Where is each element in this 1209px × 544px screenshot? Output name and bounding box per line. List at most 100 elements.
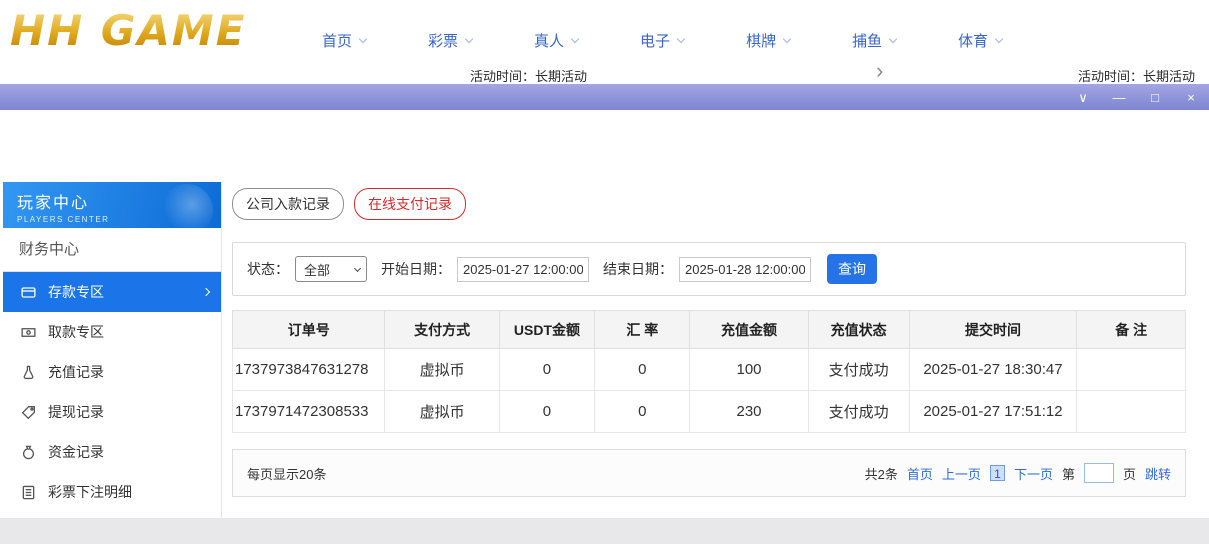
nav-item-5[interactable]: 棋牌 (746, 30, 790, 51)
first-page-link[interactable]: 首页 (907, 464, 933, 483)
bottom-strip (0, 518, 1209, 544)
table-body: 1737973847631278虚拟币00100支付成功2025-01-27 1… (233, 349, 1186, 433)
table-row: 1737971472308533虚拟币00230支付成功2025-01-27 1… (233, 391, 1186, 433)
prev-page-link[interactable]: 上一页 (942, 464, 981, 483)
funds-record-icon (21, 444, 38, 460)
top-header: HH GAME 首页 彩票 真人 电子 棋牌 捕鱼 体育 活动时间：长期活动 活动时间：长期… (0, 0, 1209, 84)
chevron-down-icon (677, 35, 685, 43)
table-cell: 1737971472308533 (233, 391, 385, 433)
sidebar-item-label: 充值记录 (48, 362, 104, 382)
sidebar-item-5[interactable]: 资金记录 (3, 432, 221, 472)
background-activity-text-left: 活动时间：长期活动 (470, 66, 587, 85)
nav-item-7[interactable]: 体育 (958, 30, 1002, 51)
table-header-cell: 提交时间 (909, 311, 1077, 349)
chevron-down-icon (359, 35, 367, 43)
sidebar: 玩家中心 PLAYERS CENTER 财务中心 存款专区取款专区充值记录提现记… (3, 182, 222, 518)
nav-item-label: 彩票 (428, 30, 458, 51)
nav-item-label: 真人 (534, 30, 564, 51)
sidebar-section-finance: 财务中心 (3, 228, 221, 272)
table-cell: 2025-01-27 18:30:47 (909, 349, 1077, 391)
sidebar-item-6[interactable]: 彩票下注明细 (3, 472, 221, 512)
close-icon[interactable]: × (1183, 91, 1199, 104)
maximize-icon[interactable]: □ (1147, 91, 1163, 104)
table-cell: 1737973847631278 (233, 349, 385, 391)
table-cell: 支付成功 (808, 391, 909, 433)
sidebar-item-label: 存款专区 (48, 282, 104, 302)
jump-page-input[interactable] (1084, 463, 1114, 483)
tab-online-payment-records[interactable]: 在线支付记录 (354, 188, 466, 220)
withdrawal-record-icon (21, 404, 38, 420)
end-date-input[interactable] (679, 257, 811, 282)
background-activity-text-right: 活动时间：长期活动 (1078, 66, 1195, 85)
main-nav: 首页 彩票 真人 电子 棋牌 捕鱼 体育 (322, 30, 1002, 51)
sidebar-item-4[interactable]: 提现记录 (3, 392, 221, 432)
nav-item-6[interactable]: 捕鱼 (852, 30, 896, 51)
chevron-down-icon (889, 35, 897, 43)
table-header-cell: 充值金额 (690, 311, 808, 349)
nav-item-2[interactable]: 彩票 (428, 30, 472, 51)
chevron-down-icon[interactable]: ∨ (1075, 91, 1091, 104)
sidebar-item-label: 提现记录 (48, 402, 104, 422)
nav-item-3[interactable]: 真人 (534, 30, 578, 51)
sidebar-item-3[interactable]: 充值记录 (3, 352, 221, 392)
table-cell: 100 (690, 349, 808, 391)
table-cell (1077, 349, 1186, 391)
workspace: 玩家中心 PLAYERS CENTER 财务中心 存款专区取款专区充值记录提现记… (0, 110, 1209, 518)
end-date-label: 结束日期： (603, 259, 673, 279)
table-header-cell: 备 注 (1077, 311, 1186, 349)
chevron-down-icon (783, 35, 791, 43)
sidebar-header: 玩家中心 PLAYERS CENTER (3, 182, 221, 228)
nav-item-label: 棋牌 (746, 30, 776, 51)
jump-button[interactable]: 跳转 (1145, 464, 1171, 483)
sidebar-item-1[interactable]: 存款专区 (3, 272, 221, 312)
search-button[interactable]: 查询 (827, 254, 877, 284)
current-page-badge[interactable]: 1 (990, 465, 1005, 481)
chevron-down-icon (995, 35, 1003, 43)
chevron-right-icon (202, 288, 210, 296)
table-header-cell: 汇 率 (595, 311, 690, 349)
sidebar-item-2[interactable]: 取款专区 (3, 312, 221, 352)
status-select-value: 全部 (304, 260, 330, 279)
table-header-cell: 订单号 (233, 311, 385, 349)
table-cell: 虚拟币 (385, 349, 499, 391)
start-date-input[interactable] (457, 257, 589, 282)
table-cell: 0 (499, 349, 594, 391)
table-cell: 0 (595, 349, 690, 391)
withdraw-cash-icon (21, 324, 38, 340)
nav-item-label: 首页 (322, 30, 352, 51)
nav-item-label: 电子 (640, 30, 670, 51)
status-select[interactable]: 全部 (295, 256, 367, 282)
table-cell: 0 (499, 391, 594, 433)
per-page-label: 每页显示20条 (247, 464, 326, 483)
nav-item-1[interactable]: 首页 (322, 30, 366, 51)
main-panel: 公司入款记录 在线支付记录 状态： 全部 开始日期： 结束日期： 查询 订单号支… (232, 188, 1186, 497)
minimize-icon[interactable]: — (1111, 91, 1127, 104)
sidebar-subtitle: PLAYERS CENTER (17, 215, 221, 224)
status-label: 状态： (247, 259, 289, 279)
table-cell: 虚拟币 (385, 391, 499, 433)
nav-item-label: 体育 (958, 30, 988, 51)
deposit-card-icon (21, 284, 38, 300)
table-header-row: 订单号支付方式USDT金额汇 率充值金额充值状态提交时间备 注 (233, 311, 1186, 349)
carousel-arrow-icon: › (876, 58, 883, 84)
jump-prefix-label: 第 (1062, 464, 1075, 483)
sidebar-title: 玩家中心 (17, 189, 221, 213)
table-cell: 2025-01-27 17:51:12 (909, 391, 1077, 433)
nav-item-4[interactable]: 电子 (640, 30, 684, 51)
start-date-label: 开始日期： (381, 259, 451, 279)
window-titlebar: ∨ — □ × (0, 84, 1209, 110)
table-row: 1737973847631278虚拟币00100支付成功2025-01-27 1… (233, 349, 1186, 391)
next-page-link[interactable]: 下一页 (1014, 464, 1053, 483)
sidebar-item-label: 取款专区 (48, 322, 104, 342)
filter-bar: 状态： 全部 开始日期： 结束日期： 查询 (232, 242, 1186, 296)
tab-company-deposit-records[interactable]: 公司入款记录 (232, 188, 344, 220)
pagination-bar: 每页显示20条 共2条 首页 上一页 1 下一页 第 页 跳转 (232, 449, 1186, 497)
lottery-bets-icon (21, 484, 38, 500)
jump-suffix-label: 页 (1123, 464, 1136, 483)
logo: HH GAME (10, 6, 246, 55)
sidebar-menu: 存款专区取款专区充值记录提现记录资金记录彩票下注明细 (3, 272, 221, 512)
table-cell: 支付成功 (808, 349, 909, 391)
chevron-down-icon (571, 35, 579, 43)
records-table: 订单号支付方式USDT金额汇 率充值金额充值状态提交时间备 注 17379738… (232, 310, 1186, 433)
table-header-cell: 充值状态 (808, 311, 909, 349)
